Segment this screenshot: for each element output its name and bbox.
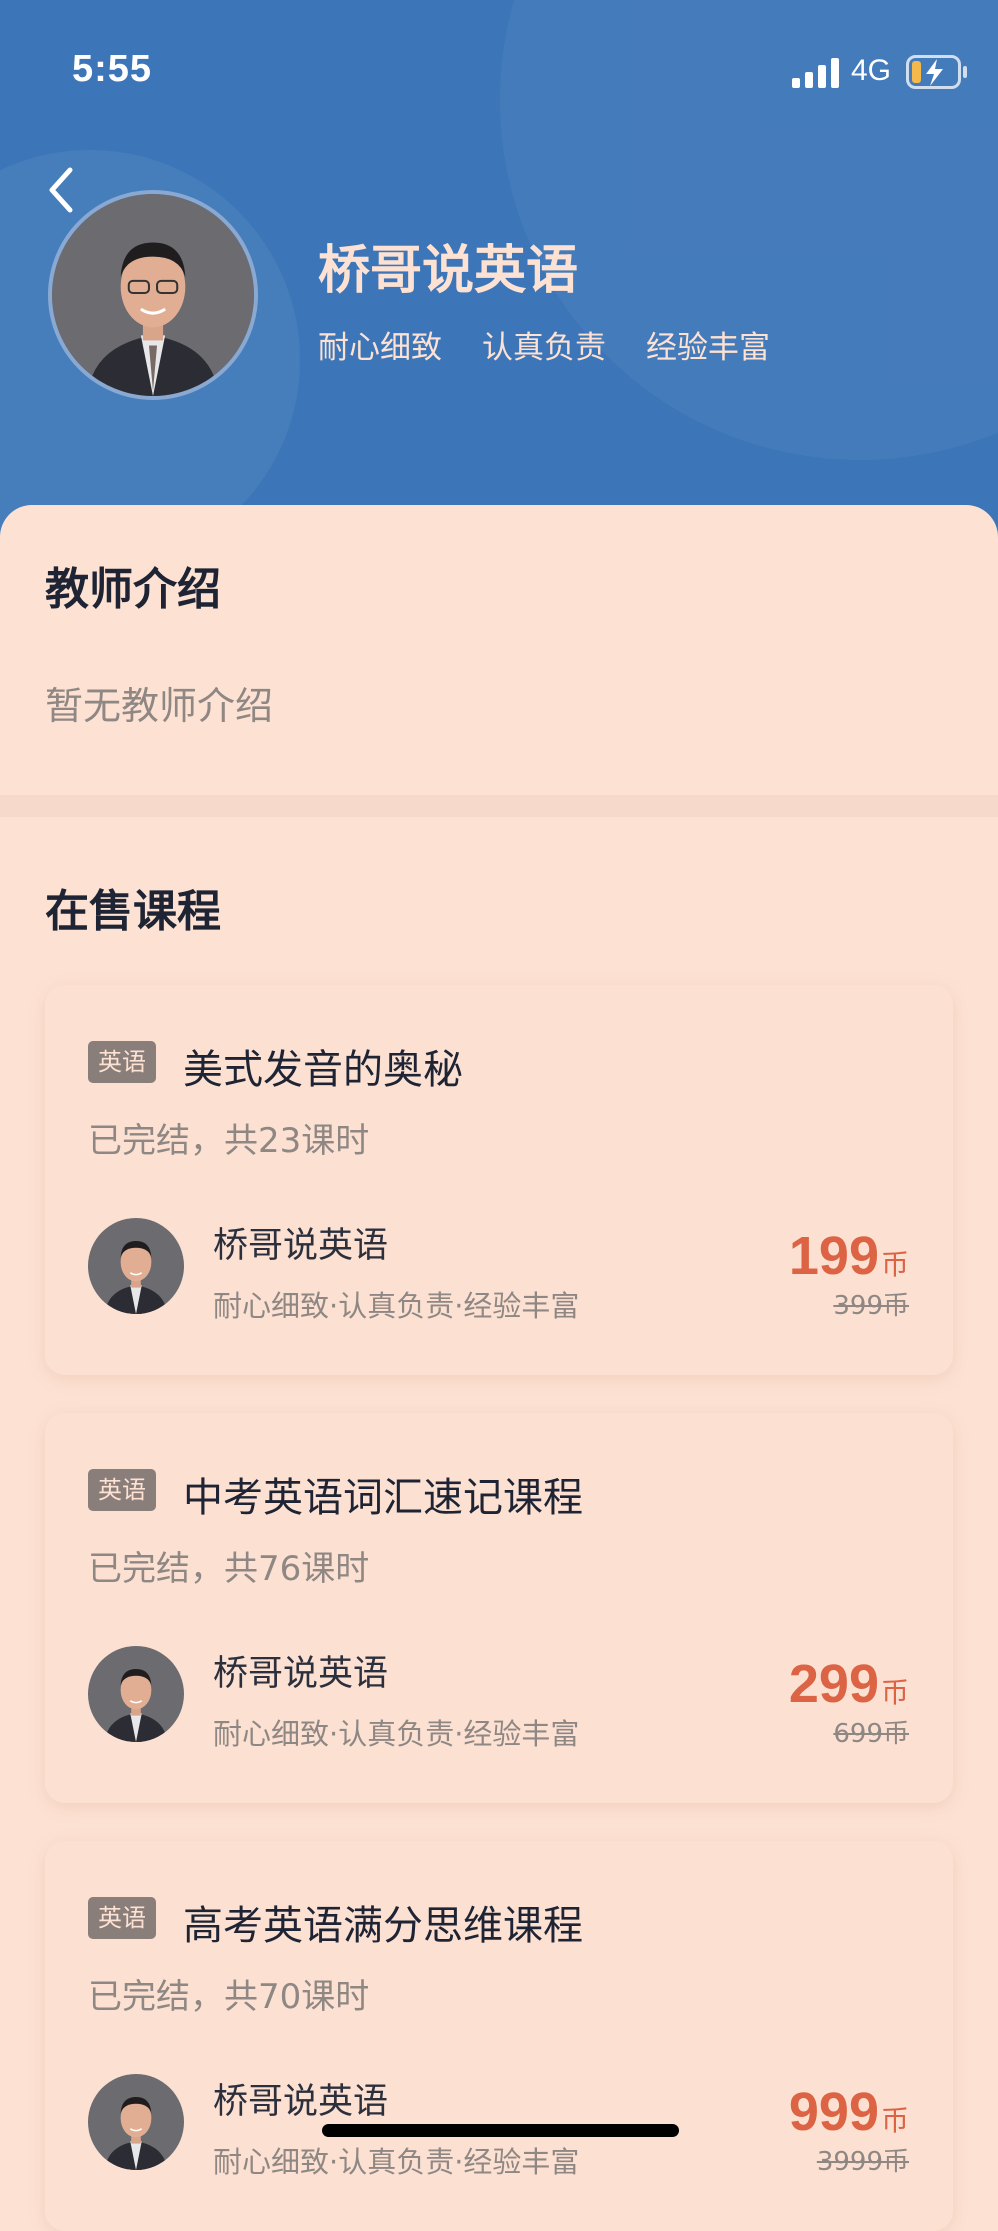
status-bar: 5:55 4G xyxy=(0,0,998,140)
intro-text: 暂无教师介绍 xyxy=(45,684,274,728)
course-teacher-name: 桥哥说英语 xyxy=(213,1654,389,1694)
course-status: 已完结，共23课时 xyxy=(88,1121,370,1161)
teacher-tag: 耐心细致 xyxy=(318,330,442,366)
course-title: 高考英语满分思维课程 xyxy=(183,1903,583,1949)
teacher-tag: 经验丰富 xyxy=(646,330,770,366)
content-panel: 教师介绍 暂无教师介绍 在售课程 英语 美式发音的奥秘 已完结，共23课时 桥哥… xyxy=(0,505,998,2231)
current-price: 199 xyxy=(788,1226,879,1286)
network-type: 4G xyxy=(851,54,892,87)
original-price: 699币 xyxy=(833,1719,909,1749)
teacher-avatar xyxy=(48,190,258,400)
price-unit: 币 xyxy=(880,2104,909,2137)
course-card[interactable]: 英语 中考英语词汇速记课程 已完结，共76课时 桥哥说英语 耐心细致·认真负责·… xyxy=(45,1413,953,1803)
status-time: 5:55 xyxy=(72,48,153,90)
course-teacher-tags: 耐心细致·认真负责·经验丰富 xyxy=(213,2145,580,2179)
course-title: 中考英语词汇速记课程 xyxy=(183,1475,583,1521)
price-block: 999币 3999币 xyxy=(789,2081,909,2178)
teacher-avatar-small xyxy=(88,2074,184,2170)
course-card[interactable]: 英语 美式发音的奥秘 已完结，共23课时 桥哥说英语 耐心细致·认真负责·经验丰… xyxy=(45,985,953,1375)
signal-icon xyxy=(792,58,839,88)
subject-badge: 英语 xyxy=(88,1469,156,1511)
teacher-tag: 认真负责 xyxy=(482,330,606,366)
price-block: 199币 399币 xyxy=(789,1225,909,1322)
course-teacher-tags: 耐心细致·认真负责·经验丰富 xyxy=(213,1717,580,1751)
teacher-name: 桥哥说英语 xyxy=(318,241,579,301)
back-arrow-icon[interactable] xyxy=(40,160,90,220)
current-price: 999 xyxy=(788,2082,879,2142)
course-status: 已完结，共70课时 xyxy=(88,1977,370,2017)
home-indicator[interactable] xyxy=(322,2124,679,2137)
course-teacher-name: 桥哥说英语 xyxy=(213,1226,389,1266)
price-unit: 币 xyxy=(880,1676,909,1709)
section-divider xyxy=(0,795,998,817)
teacher-avatar-small xyxy=(88,1646,184,1742)
course-status: 已完结，共76课时 xyxy=(88,1549,370,1589)
teacher-avatar-small xyxy=(88,1218,184,1314)
subject-badge: 英语 xyxy=(88,1041,156,1083)
subject-badge: 英语 xyxy=(88,1897,156,1939)
course-card[interactable]: 英语 高考英语满分思维课程 已完结，共70课时 桥哥说英语 耐心细致·认真负责·… xyxy=(45,1841,953,2231)
original-price: 399币 xyxy=(833,1291,909,1321)
course-title: 美式发音的奥秘 xyxy=(183,1047,463,1093)
teacher-tags: 耐心细致 认真负责 经验丰富 xyxy=(318,322,810,367)
intro-title: 教师介绍 xyxy=(45,564,221,615)
courses-title: 在售课程 xyxy=(45,886,221,937)
teacher-header: 5:55 4G 桥哥说英语 耐心细致 认真负责 经验丰富 xyxy=(0,0,998,560)
course-teacher-name: 桥哥说英语 xyxy=(213,2082,389,2122)
battery-charging-icon xyxy=(906,55,967,89)
current-price: 299 xyxy=(788,1654,879,1714)
course-teacher-tags: 耐心细致·认真负责·经验丰富 xyxy=(213,1289,580,1323)
price-unit: 币 xyxy=(880,1248,909,1281)
price-block: 299币 699币 xyxy=(789,1653,909,1750)
